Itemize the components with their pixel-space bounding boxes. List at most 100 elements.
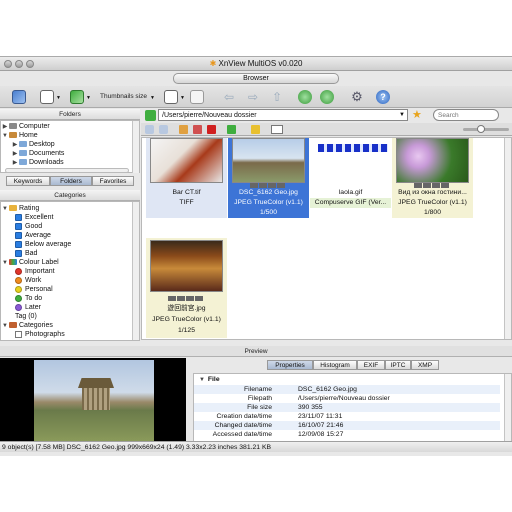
thumbnail-filetype: TIFF [179, 199, 194, 206]
rating-excellent[interactable]: Excellent [15, 213, 53, 222]
close-window-button[interactable] [4, 60, 12, 68]
color-dot-icon [15, 267, 22, 275]
tree-icon[interactable] [190, 90, 204, 104]
chevron-down-icon: ▼ [199, 377, 205, 383]
filter-icon[interactable] [251, 125, 260, 134]
properties-vscroll[interactable] [504, 374, 511, 442]
refresh-icon[interactable] [298, 90, 312, 104]
palette-icon [9, 259, 17, 266]
pavilion-body [82, 388, 110, 410]
tree-item-computer[interactable]: ▶ Computer [1, 122, 50, 131]
preview-image [34, 360, 154, 441]
thumbnail-item[interactable]: Bar CT.tif TIFF [146, 138, 227, 218]
category-colour-label[interactable]: ▼ Colour Label [1, 258, 59, 267]
tree-item-documents[interactable]: ▶ Documents [11, 149, 65, 158]
colour-personal[interactable]: Personal [15, 285, 53, 294]
tree-item-downloads[interactable]: ▶ Downloads [11, 158, 64, 167]
tag-icon[interactable] [70, 90, 84, 104]
category-categories[interactable]: ▼ Categories [1, 321, 53, 330]
view-mode-icon[interactable] [40, 90, 54, 104]
zoom-window-button[interactable] [26, 60, 34, 68]
rename-icon[interactable] [193, 125, 202, 134]
reload-icon[interactable] [320, 90, 334, 104]
view-options-icon[interactable] [271, 125, 283, 134]
property-row: File size 390 355 [194, 403, 500, 412]
search-input[interactable] [433, 109, 499, 121]
category-rating[interactable]: ▼ Rating [1, 204, 39, 213]
gear-icon[interactable]: ⚙ [350, 90, 364, 104]
tab-exif[interactable]: EXIF [357, 360, 385, 370]
property-row: Filename DSC_6162 Geo.jpg [194, 385, 500, 394]
property-row: Filepath/Users/pierre/Nouveau dossier [247, 395, 390, 402]
thumbnail-image [314, 138, 388, 183]
minimize-window-button[interactable] [15, 60, 23, 68]
thumbnail-image [150, 240, 223, 292]
colour-todo[interactable]: To do [15, 294, 42, 303]
go-up-icon[interactable] [145, 110, 156, 121]
favorite-star-icon[interactable]: ★ [412, 108, 422, 121]
fullscreen-icon[interactable] [12, 90, 26, 104]
star-icon [15, 231, 22, 239]
categories-icon [9, 322, 17, 329]
arrow-right-icon[interactable]: ⇨ [246, 90, 260, 104]
tab-histogram[interactable]: Histogram [313, 360, 357, 370]
computer-icon [9, 123, 17, 130]
tree-item-desktop[interactable]: ▶ Desktop [11, 140, 55, 149]
colour-work[interactable]: Work [15, 276, 41, 285]
tab-favorites[interactable]: Favorites [92, 176, 134, 186]
thumbnail-item-selected[interactable]: DSC_6162 Geo.jpg JPEG TrueColor (v1.1) 1… [228, 138, 309, 218]
thumbnail-filetype: JPEG TrueColor (v1.1) [398, 199, 467, 206]
folders-hscroll[interactable] [5, 168, 129, 173]
forward-icon[interactable] [159, 125, 168, 134]
property-row: Accessed date/time 12/09/08 15:27 [212, 431, 344, 438]
tab-folders[interactable]: Folders [50, 176, 92, 186]
thumbnail-filename: Вид из окна гостини... [398, 189, 467, 196]
colour-later[interactable]: Later [15, 303, 41, 312]
thumbnail-counter: 1/125 [177, 327, 195, 334]
rating-bad[interactable]: Bad [15, 249, 37, 258]
tree-item-home[interactable]: ▼ Home [1, 131, 38, 140]
path-field[interactable]: /Users/pierre/Nouveau dossier ▼ [158, 109, 408, 121]
category-photographs[interactable]: Photographs [15, 330, 65, 339]
thumbnail-item[interactable]: laola.gif Compuserve GIF (Ver... [310, 138, 391, 218]
delete-icon[interactable] [207, 125, 216, 134]
properties-section[interactable]: ▼ File [194, 375, 500, 384]
xnview-window: ✱ XnView MultiOS v0.020 Browser ▼ ▼ Thum… [0, 56, 512, 456]
back-icon[interactable] [145, 125, 154, 134]
thumbnail-item[interactable]: 遊回前宮.jpg JPEG TrueColor (v1.1) 1/125 [146, 238, 227, 338]
browser-secondary-toolbar [141, 123, 512, 136]
star-icon [15, 222, 22, 230]
zoom-slider-knob[interactable] [477, 125, 485, 133]
sort-icon[interactable] [164, 90, 178, 104]
tag-icon[interactable] [227, 125, 236, 134]
arrow-left-icon[interactable]: ⇦ [222, 90, 236, 104]
help-icon[interactable]: ? [376, 90, 390, 104]
thumbnail-filetype: JPEG TrueColor (v1.1) [234, 199, 303, 206]
checkbox-icon[interactable] [15, 330, 22, 338]
arrow-up-icon[interactable]: ⇧ [270, 90, 284, 104]
preview-panel-header: Preview [0, 346, 512, 357]
rating-below-average[interactable]: Below average [15, 240, 71, 249]
tab-keywords[interactable]: Keywords [6, 176, 50, 186]
rating-average[interactable]: Average [15, 231, 51, 240]
thumbnail-filetype: JPEG TrueColor (v1.1) [152, 316, 221, 323]
new-folder-icon[interactable] [179, 125, 188, 134]
preview-image-area [0, 358, 186, 443]
folders-vscroll[interactable] [132, 121, 139, 173]
thumbnail-item[interactable]: Вид из окна гостини... JPEG TrueColor (v… [392, 138, 473, 218]
tab-iptc[interactable]: IPTC [385, 360, 411, 370]
zoom-slider[interactable] [463, 125, 509, 133]
chevron-down-icon[interactable]: ▼ [399, 110, 405, 121]
rating-good[interactable]: Good [15, 222, 42, 231]
tag-item[interactable]: Tag (0) [15, 312, 37, 321]
color-dot-icon [15, 285, 22, 293]
thumbnails-size-label[interactable]: Thumbnails size [100, 93, 147, 100]
window-title: XnView MultiOS v0.020 [218, 59, 303, 68]
tab-properties[interactable]: Properties [267, 360, 313, 370]
browser-tab[interactable]: Browser [173, 73, 339, 84]
folder-icon [19, 141, 27, 148]
thumbnail-vscroll[interactable] [504, 138, 511, 339]
categories-vscroll[interactable] [132, 202, 139, 340]
tab-xmp[interactable]: XMP [411, 360, 439, 370]
colour-important[interactable]: Important [15, 267, 55, 276]
